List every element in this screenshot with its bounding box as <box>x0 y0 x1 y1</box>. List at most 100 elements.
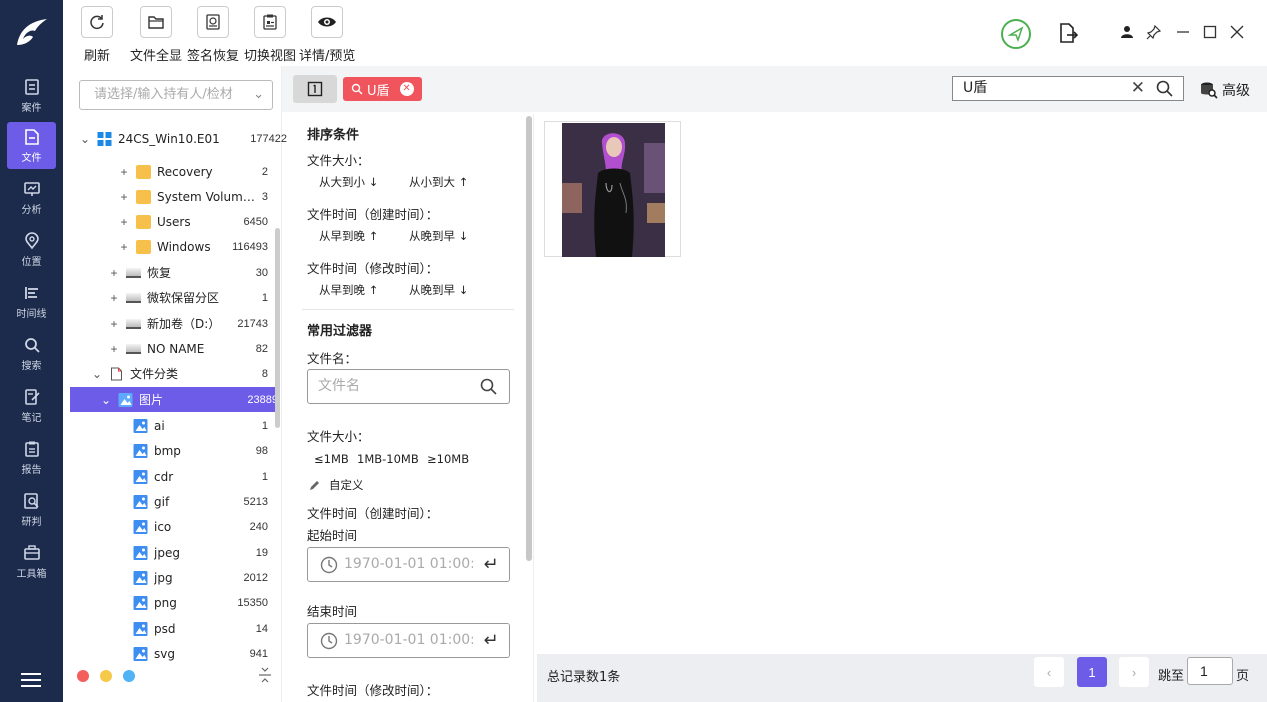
tree-node-label: 图片 <box>139 393 164 407</box>
expand-icon[interactable]: + <box>118 165 130 179</box>
nav-item-judge[interactable]: 研判 <box>7 486 56 533</box>
details-preview-button[interactable]: 详情/预览 <box>299 6 355 64</box>
expand-icon[interactable]: + <box>118 190 130 204</box>
sort-mtime-asc-button[interactable]: 从早到晚 ↑ <box>319 282 378 298</box>
holder-select-input[interactable]: 请选择/输入持有人/检材 ⌄ <box>79 80 273 110</box>
pin-icon[interactable] <box>1146 24 1162 40</box>
sort-size-desc-button[interactable]: 从大到小 ↓ <box>319 174 378 190</box>
panel-scrollbar[interactable] <box>526 116 532 561</box>
user-icon[interactable] <box>1120 25 1134 39</box>
tree-node[interactable]: psd 14 <box>127 616 268 641</box>
tree-node[interactable]: + NO NAME 82 <box>108 336 268 361</box>
end-time-input[interactable]: 1970-01-01 01:00:0 ↵ <box>307 623 510 658</box>
nav-item-note[interactable]: 笔记 <box>7 382 56 429</box>
refresh-button[interactable]: 刷新 <box>81 6 113 64</box>
size-filter-medium[interactable]: 1MB-10MB <box>357 452 419 466</box>
tree-node[interactable]: gif 5213 <box>127 489 268 514</box>
tree-node-count: 1 <box>261 470 268 483</box>
expand-icon[interactable]: + <box>118 240 130 254</box>
size-filter-large[interactable]: ≥10MB <box>427 452 469 466</box>
filename-input[interactable]: 文件名 <box>307 369 510 404</box>
sort-filter-panel: 排序条件 文件大小： 从大到小 ↓ 从小到大 ↑ 文件时间（创建时间）： 从早到… <box>292 114 534 702</box>
advanced-search-button[interactable]: 高级 <box>1200 80 1250 100</box>
export-file-icon[interactable] <box>1058 22 1078 44</box>
signature-restore-button[interactable]: 签名恢复 <box>187 6 239 64</box>
nav-item-analysis[interactable]: 分析 <box>7 174 56 221</box>
collapse-all-icon[interactable] <box>258 666 272 687</box>
tree-node-selected[interactable]: ⌄ 图片 23889 <box>70 387 278 412</box>
status-send-icon[interactable] <box>1000 18 1032 50</box>
hamburger-menu-icon[interactable] <box>21 672 41 688</box>
tree-node[interactable]: ai 1 <box>127 413 268 438</box>
image-thumbnail[interactable] <box>544 121 681 257</box>
search-icon[interactable] <box>1156 80 1173 97</box>
clear-search-icon[interactable]: ✕ <box>1131 77 1145 100</box>
advanced-label: 高级 <box>1222 83 1250 99</box>
tree-scrollbar[interactable] <box>275 228 280 428</box>
nav-item-timeline[interactable]: 时间线 <box>7 278 56 325</box>
quick-search-input[interactable]: U盾 ✕ <box>952 76 1184 101</box>
remove-tag-icon[interactable]: ✕ <box>399 82 414 96</box>
collapse-icon[interactable]: ⌄ <box>79 132 91 146</box>
tree-node-label: System Volume ... <box>157 189 256 204</box>
nav-item-report[interactable]: 报告 <box>7 434 56 481</box>
sort-ctime-desc-button[interactable]: 从晚到早 ↓ <box>409 228 468 244</box>
jump-page-input[interactable]: 1 <box>1187 657 1233 685</box>
start-time-placeholder: 1970-01-01 01:00:0 <box>344 556 484 572</box>
sort-ctime-asc-button[interactable]: 从早到晚 ↑ <box>319 228 378 244</box>
sort-mtime-desc-button[interactable]: 从晚到早 ↓ <box>409 282 468 298</box>
next-page-button[interactable]: › <box>1119 657 1149 687</box>
enter-icon[interactable]: ↵ <box>473 624 509 657</box>
custom-size-button[interactable]: 自定义 <box>309 477 364 493</box>
expand-icon[interactable]: + <box>108 342 120 356</box>
signature-restore-icon <box>206 14 220 30</box>
enter-icon[interactable]: ↵ <box>473 548 509 581</box>
sort-size-asc-button[interactable]: 从小到大 ↑ <box>409 174 468 190</box>
toolbox-icon <box>23 544 40 560</box>
collapse-icon[interactable]: ⌄ <box>91 367 103 381</box>
tree-node[interactable]: png 15350 <box>127 590 268 615</box>
tree-node[interactable]: + Windows 116493 <box>118 234 268 259</box>
tree-node[interactable]: + System Volume ... 3 <box>118 184 268 209</box>
tree-node[interactable]: jpg 2012 <box>127 565 268 590</box>
tree-node[interactable]: + Users 6450 <box>118 209 268 234</box>
tree-node[interactable]: svg 941 <box>127 641 268 666</box>
tree-node[interactable]: bmp 98 <box>127 438 268 463</box>
nav-item-location[interactable]: 位置 <box>7 226 56 273</box>
expand-icon[interactable]: + <box>108 317 120 331</box>
tree-node[interactable]: + 恢复 30 <box>108 260 268 285</box>
tree-node[interactable]: ⌄ 24CS_Win10.E01 177422 <box>79 126 287 151</box>
tree-node[interactable]: ⌄ 文件分类 8 <box>91 361 268 386</box>
start-time-input[interactable]: 1970-01-01 01:00:0 ↵ <box>307 547 510 582</box>
nav-item-case[interactable]: 案件 <box>7 72 56 119</box>
clock-icon <box>320 632 338 650</box>
nav-item-file[interactable]: 文件 <box>7 122 56 169</box>
prev-page-button[interactable]: ‹ <box>1034 657 1064 687</box>
nav-item-toolbox[interactable]: 工具箱 <box>7 538 56 585</box>
tree-node[interactable]: + 新加卷（D:） 21743 <box>108 311 268 336</box>
show-all-files-button[interactable]: 文件全显 <box>130 6 182 64</box>
tree-node[interactable]: ico 240 <box>127 514 268 539</box>
ctime-filter-label: 文件时间（创建时间）： <box>307 506 439 521</box>
switch-view-button[interactable]: 切换视图 <box>244 6 296 64</box>
collapse-icon[interactable]: ⌄ <box>100 393 112 407</box>
tree-node[interactable]: + 微软保留分区 1 <box>108 285 268 310</box>
custom-label: 自定义 <box>329 478 364 492</box>
expand-icon[interactable]: + <box>118 215 130 229</box>
expand-icon[interactable]: + <box>108 291 120 305</box>
size-filter-small[interactable]: ≤1MB <box>314 452 349 466</box>
filter-toggle-button[interactable] <box>293 75 337 103</box>
tree-node[interactable]: jpeg 19 <box>127 540 268 565</box>
page-number-button[interactable]: 1 <box>1077 657 1107 687</box>
nav-item-search[interactable]: 搜索 <box>7 330 56 377</box>
close-icon[interactable] <box>1229 24 1245 40</box>
maximize-icon[interactable] <box>1202 24 1218 40</box>
tree-node[interactable]: + Recovery 2 <box>118 159 268 184</box>
document-icon <box>111 367 122 380</box>
minimize-icon[interactable] <box>1175 24 1191 40</box>
tree-node-label: gif <box>154 494 170 509</box>
expand-icon[interactable]: + <box>108 266 120 280</box>
active-filter-tag[interactable]: U盾 ✕ <box>343 77 422 101</box>
tree-node-count: 14 <box>255 622 268 635</box>
tree-node[interactable]: cdr 1 <box>127 464 268 489</box>
